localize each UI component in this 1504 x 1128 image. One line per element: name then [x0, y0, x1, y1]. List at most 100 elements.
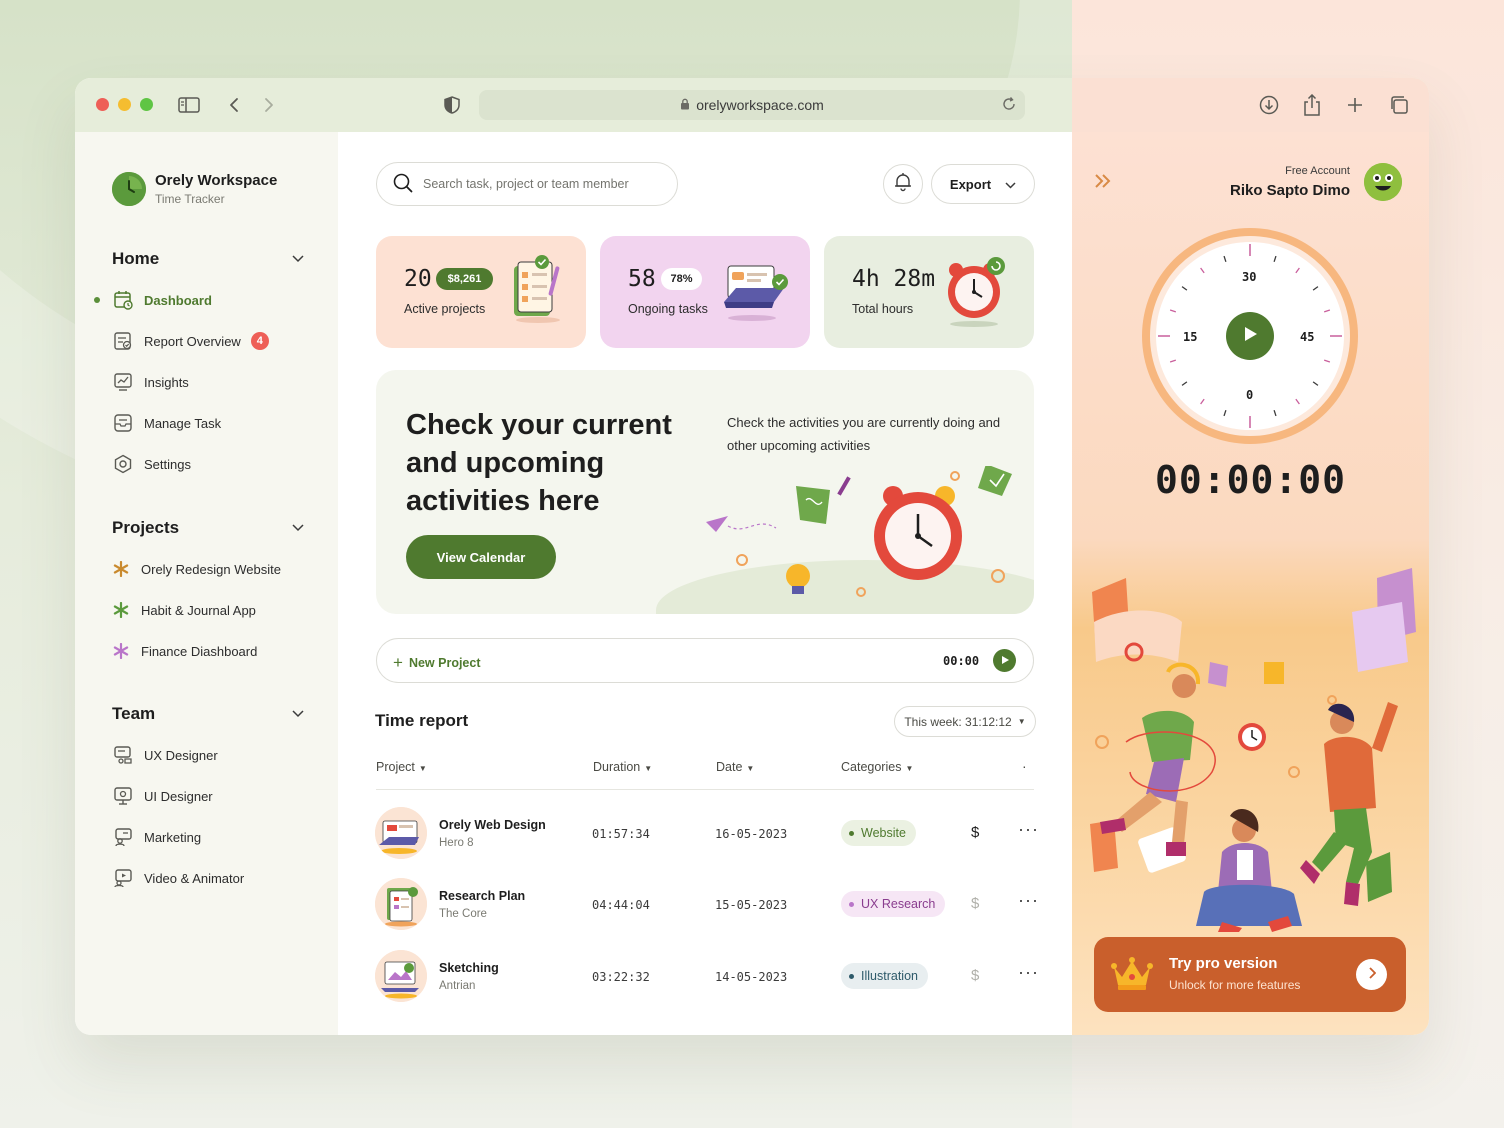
more-options-icon[interactable]: ··· — [1018, 962, 1039, 983]
sidebar: Orely Workspace Time Tracker Home Dashbo… — [75, 132, 338, 1035]
date: 16-05-2023 — [715, 827, 788, 841]
close-window-button[interactable] — [96, 98, 109, 111]
collapse-panel-icon[interactable] — [1094, 172, 1112, 195]
sidebar-item-label: UX Designer — [144, 747, 218, 763]
project-subtitle: Hero 8 — [439, 837, 474, 849]
notification-button[interactable] — [883, 164, 923, 204]
sidebar-item-settings[interactable]: Settings — [112, 452, 304, 476]
category-badge[interactable]: UX Research — [841, 891, 946, 917]
minimize-window-button[interactable] — [118, 98, 131, 111]
chevron-right-icon — [1368, 966, 1376, 984]
more-options-icon[interactable]: ··· — [1018, 819, 1039, 840]
download-icon[interactable] — [1257, 93, 1281, 117]
search-placeholder: Search task, project or team member — [423, 177, 629, 191]
sidebar-item-label: Habit & Journal App — [141, 602, 256, 618]
week-filter-label: This week: 31:12:12 — [904, 714, 1012, 729]
maximize-window-button[interactable] — [140, 98, 153, 111]
back-icon[interactable] — [222, 93, 246, 117]
team-illustration-icon — [1090, 568, 1416, 932]
sidebar-toggle-icon[interactable] — [177, 93, 201, 117]
account-type: Free Account — [1285, 165, 1350, 177]
team-header[interactable]: Team — [112, 702, 304, 726]
tabs-overview-icon[interactable] — [1387, 93, 1411, 117]
table-row[interactable]: Orely Web Design Hero 8 01:57:34 16-05-2… — [375, 807, 1038, 861]
sidebar-item-manage-task[interactable]: Manage Task — [112, 411, 304, 435]
sidebar-item-video-animator[interactable]: Video & Animator — [112, 866, 304, 890]
category-badge[interactable]: Website — [841, 820, 916, 846]
billable-dollar-icon[interactable]: $ — [971, 824, 979, 841]
url-text: orelyworkspace.com — [696, 97, 824, 113]
forward-icon[interactable] — [257, 93, 281, 117]
home-title: Home — [112, 249, 160, 268]
column-header-date[interactable]: Date ▼ — [716, 760, 754, 774]
category-badge[interactable]: Illustration — [841, 963, 928, 989]
play-button[interactable] — [993, 649, 1016, 672]
more-options-icon[interactable]: ··· — [1018, 890, 1039, 911]
chevron-down-icon — [292, 519, 304, 537]
shield-icon[interactable] — [440, 93, 464, 117]
active-indicator — [94, 297, 100, 303]
home-header[interactable]: Home — [112, 247, 304, 271]
promo-subtitle: Unlock for more features — [1169, 978, 1301, 992]
new-project-label: New Project — [408, 656, 481, 670]
week-filter-dropdown[interactable]: This week: 31:12:12 ▼ — [894, 706, 1036, 737]
ux-designer-icon — [112, 744, 134, 766]
start-timer-button[interactable] — [1226, 312, 1274, 360]
stat-number: 4h 28m — [852, 266, 936, 292]
avatar[interactable] — [1364, 163, 1402, 201]
stat-card-total-hours[interactable]: 4h 28m Total hours — [824, 236, 1034, 348]
brand[interactable]: Orely Workspace Time Tracker — [112, 172, 277, 206]
table-row[interactable]: Sketching Antrian 03:22:32 14-05-2023 Il… — [375, 950, 1038, 1004]
category-label: Illustration — [861, 969, 918, 983]
column-menu-dot[interactable]: · — [1022, 758, 1027, 774]
category-label: Website — [861, 826, 906, 840]
chevron-down-icon — [292, 705, 304, 723]
stat-label: Total hours — [852, 302, 914, 316]
projects-header[interactable]: Projects — [112, 516, 304, 540]
column-header-duration[interactable]: Duration ▼ — [593, 760, 652, 774]
clock-label-45: 45 — [1300, 330, 1315, 344]
sidebar-item-report-overview[interactable]: Report Overview 4 — [112, 329, 304, 353]
chart-icon — [112, 371, 134, 393]
sidebar-item-habit-journal[interactable]: Habit & Journal App — [112, 598, 304, 622]
tick-mark — [1323, 309, 1331, 313]
tick-mark — [1273, 409, 1277, 417]
table-header-divider — [376, 789, 1034, 790]
sidebar-item-marketing[interactable]: Marketing — [112, 825, 304, 849]
sidebar-item-ux-designer[interactable]: UX Designer — [112, 743, 304, 767]
billable-dollar-icon[interactable]: $ — [971, 967, 979, 984]
sidebar-item-orely-redesign[interactable]: Orely Redesign Website — [112, 557, 304, 581]
column-header-project[interactable]: Project ▼ — [376, 760, 427, 774]
column-header-categories[interactable]: Categories ▼ — [841, 760, 913, 774]
export-button[interactable]: Export — [931, 164, 1035, 204]
view-calendar-button[interactable]: View Calendar — [406, 535, 556, 579]
plus-icon: + — [393, 653, 403, 672]
team-section: Team UX Designer UI Designer Marketing V… — [112, 702, 304, 890]
search-input[interactable]: Search task, project or team member — [376, 162, 678, 206]
upgrade-arrow-button[interactable] — [1356, 959, 1387, 990]
timer-panel: Free Account Riko Sapto Dimo 30 15 45 0 … — [1072, 132, 1429, 1035]
sidebar-item-finance-dashboard[interactable]: Finance Diashboard — [112, 639, 304, 663]
reload-icon[interactable] — [1001, 96, 1017, 115]
sidebar-item-label: Finance Diashboard — [141, 643, 258, 659]
sidebar-item-ui-designer[interactable]: UI Designer — [112, 784, 304, 808]
sidebar-item-dashboard[interactable]: Dashboard — [94, 288, 304, 312]
stat-card-ongoing-tasks[interactable]: 58 78% Ongoing tasks — [600, 236, 810, 348]
new-project-button[interactable]: + New Project — [393, 653, 481, 673]
billable-dollar-icon[interactable]: $ — [971, 895, 979, 912]
tick-mark — [1200, 398, 1205, 405]
main-content: Search task, project or team member Expo… — [338, 132, 1072, 1035]
user-name[interactable]: Riko Sapto Dimo — [1230, 182, 1350, 199]
play-icon — [1000, 652, 1010, 670]
asterisk-icon — [112, 599, 130, 621]
title-bar: orelyworkspace.com — [75, 78, 1429, 132]
video-icon — [112, 867, 134, 889]
table-row[interactable]: Research Plan The Core 04:44:04 15-05-20… — [375, 878, 1038, 932]
new-tab-icon[interactable] — [1343, 93, 1367, 117]
new-project-bar[interactable]: + New Project 00:00 — [376, 638, 1034, 683]
stat-card-active-projects[interactable]: 20 $8,261 Active projects — [376, 236, 586, 348]
address-bar[interactable]: orelyworkspace.com — [479, 90, 1025, 120]
upgrade-banner[interactable]: Try pro version Unlock for more features — [1094, 937, 1406, 1012]
share-icon[interactable] — [1300, 93, 1324, 117]
sidebar-item-insights[interactable]: Insights — [112, 370, 304, 394]
